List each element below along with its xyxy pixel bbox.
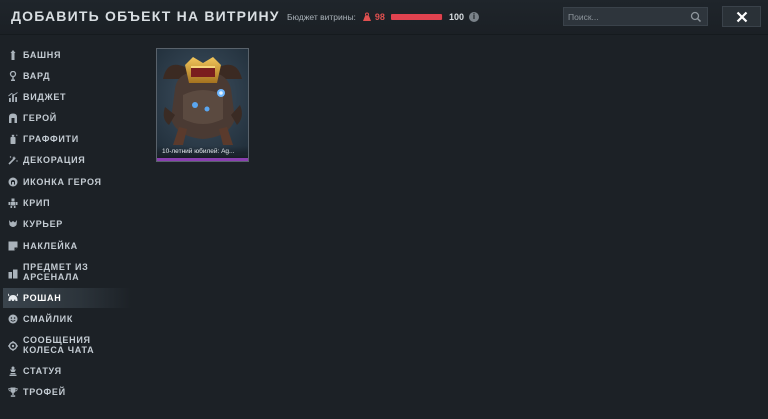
sidebar-item-label: СМАЙЛИК <box>23 314 74 324</box>
item-rarity-bar <box>157 158 248 161</box>
sidebar-item-label: ПРЕДМЕТ ИЗ АРСЕНАЛА <box>23 262 89 282</box>
close-icon <box>736 11 747 22</box>
budget-max-value: 100 <box>448 12 464 22</box>
creep-icon <box>8 198 18 208</box>
sidebar-item-label: ИКОНКА ГЕРОЯ <box>23 177 102 187</box>
sidebar-item-label: НАКЛЕЙКА <box>23 241 78 251</box>
emoticon-icon <box>8 314 18 324</box>
item-card-title: 10-летний юбилей: Ag... <box>157 146 248 158</box>
hero-icon <box>9 113 17 123</box>
statue-icon <box>9 366 17 376</box>
graffiti-icon <box>10 134 18 144</box>
sidebar-item-label: ДЕКОРАЦИЯ <box>23 155 86 165</box>
search-box[interactable] <box>563 7 708 26</box>
showcase-budget: Бюджет витрины: 98 100 i <box>287 9 479 25</box>
sidebar-item-label: ВАРД <box>23 71 51 81</box>
sidebar-item-label: КУРЬЕР <box>23 219 63 229</box>
sidebar-item-label: ГЕРОЙ <box>23 113 57 123</box>
header-bar: ДОБАВИТЬ ОБЪЕКТ НА ВИТРИНУ Бюджет витрин… <box>0 0 768 35</box>
sidebar-item-label: БАШНЯ <box>23 50 62 60</box>
search-icon[interactable] <box>689 10 703 24</box>
sidebar-item-label: ВИДЖЕТ <box>23 92 67 102</box>
sidebar-item-trophy[interactable]: ТРОФЕЙ <box>3 386 131 398</box>
sidebar-item-label: СООБЩЕНИЯ КОЛЕСА ЧАТА <box>23 335 95 355</box>
search-input[interactable] <box>564 8 689 25</box>
trophy-icon <box>8 387 18 397</box>
sidebar-item-courier[interactable]: КУРЬЕР <box>3 218 131 230</box>
sidebar-item-statue[interactable]: СТАТУЯ <box>3 365 131 377</box>
sidebar-item-decoration[interactable]: ДЕКОРАЦИЯ <box>3 154 131 166</box>
sidebar-item-sticker[interactable]: НАКЛЕЙКА <box>3 240 131 252</box>
sidebar-item-graffiti[interactable]: ГРАФФИТИ <box>3 133 131 145</box>
sidebar-item-hero-icon[interactable]: ИКОНКА ГЕРОЯ <box>3 176 131 188</box>
sidebar-item-hero[interactable]: ГЕРОЙ <box>3 112 131 124</box>
sidebar-item-label: СТАТУЯ <box>23 366 62 376</box>
courier-icon <box>9 220 17 227</box>
budget-progress-fill <box>390 14 442 20</box>
sidebar-item-ward[interactable]: ВАРД <box>3 70 131 82</box>
sidebar-item-label: КРИП <box>23 198 51 208</box>
hero-icon-icon <box>8 177 18 187</box>
sticker-icon <box>8 241 18 251</box>
sidebar-item-label: ГРАФФИТИ <box>23 134 79 144</box>
budget-current-value: 98 <box>374 12 385 22</box>
tower-icon <box>10 50 16 60</box>
decoration-icon <box>8 156 18 165</box>
item-card[interactable]: 10-летний юбилей: Ag... <box>156 48 249 162</box>
budget-progress-bar <box>390 14 443 20</box>
page-title: ДОБАВИТЬ ОБЪЕКТ НА ВИТРИНУ <box>11 8 280 24</box>
sidebar-item-label: РОШАН <box>23 293 62 303</box>
roshan-icon <box>8 293 18 301</box>
widget-icon <box>8 92 18 102</box>
sidebar-item-arsenal[interactable]: ПРЕДМЕТ ИЗ АРСЕНАЛА <box>3 261 131 285</box>
ward-icon <box>9 71 17 81</box>
sidebar-item-widget[interactable]: ВИДЖЕТ <box>3 91 131 103</box>
sidebar-item-tower[interactable]: БАШНЯ <box>3 49 131 61</box>
sidebar-item-roshan[interactable]: РОШАН <box>3 288 131 308</box>
arsenal-icon <box>8 269 18 279</box>
budget-label: Бюджет витрины: <box>287 12 356 22</box>
sidebar-item-emoticon[interactable]: СМАЙЛИК <box>3 313 131 325</box>
sidebar-item-chat-wheel[interactable]: СООБЩЕНИЯ КОЛЕСА ЧАТА <box>3 334 131 358</box>
budget-weight-icon <box>362 12 371 21</box>
item-preview-image <box>157 49 248 154</box>
sidebar-item-label: ТРОФЕЙ <box>23 387 66 397</box>
chat-wheel-icon <box>8 341 18 351</box>
sidebar-item-creep[interactable]: КРИП <box>3 197 131 209</box>
close-button[interactable] <box>722 6 761 27</box>
info-icon[interactable]: i <box>468 12 479 22</box>
